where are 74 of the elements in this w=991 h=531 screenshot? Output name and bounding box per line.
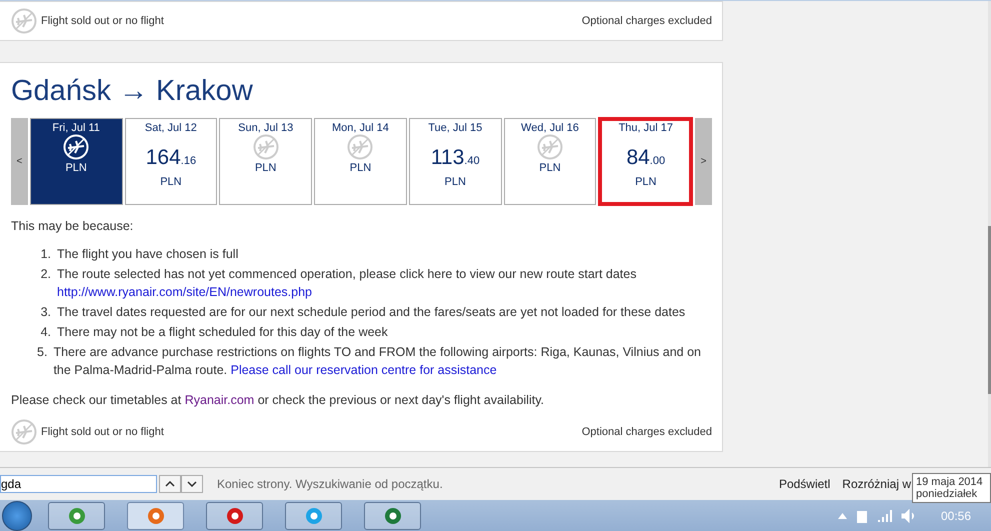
tile-date: Thu, Jul 17 — [618, 122, 673, 134]
tile-date: Sun, Jul 13 — [238, 122, 294, 134]
tile-currency: PLN — [160, 176, 182, 188]
app-icon — [384, 506, 402, 524]
taskbar-app-button[interactable] — [206, 502, 263, 530]
no-flight-icon — [63, 134, 90, 160]
next-button[interactable]: > — [695, 118, 712, 205]
highlight-button[interactable]: Podświetl — [778, 477, 830, 491]
tile-currency: PLN — [254, 162, 276, 174]
down-caret-icon — [187, 481, 197, 487]
tile-price: 164.16 — [146, 146, 196, 170]
reason-text: The route selected has not yet commenced operation, please click here to view our new route start dates http://www.ryanair.com/site/EN/newroutes.php — [57, 266, 636, 301]
tile-currency: PLN — [539, 162, 561, 174]
tile-date: Sat, Jul 12 — [144, 122, 197, 134]
intro-text: This may be because: — [11, 219, 134, 233]
list-number: 5. — [37, 344, 48, 361]
no-flight-icon — [252, 134, 279, 160]
tooltip-day: poniedziałek — [916, 488, 990, 500]
reason-text: There are advance purchase restrictions on flights TO and FROM the following airports: Riga, Kaunas, Vilnius and on the Palma-Madrid-Palma route. Please call our reservation centre for assistance — [53, 344, 702, 379]
up-caret-icon — [165, 481, 175, 487]
date-tile[interactable]: Sat, Jul 12 164.16 PLN — [124, 118, 218, 205]
reason-text: The flight you have chosen is full — [57, 246, 238, 263]
start-button[interactable] — [2, 500, 32, 530]
date-tile[interactable]: Tue, Jul 15 113.40 PLN — [408, 118, 502, 205]
timetable-text: Please check our timetables at Ryanair.com or check the previous or next day's flight availability. — [11, 393, 546, 407]
taskbar-app-button[interactable] — [285, 502, 342, 530]
app-icon — [304, 506, 322, 524]
app-icon — [226, 506, 244, 524]
date-tile[interactable]: Wed, Jul 16 PLN — [504, 118, 596, 205]
list-number: 2. — [40, 266, 51, 283]
taskbar-app-button[interactable] — [48, 502, 105, 530]
match-case-button[interactable]: Rozróżniaj w — [842, 477, 911, 491]
next-match-button[interactable] — [181, 475, 203, 493]
reason-link[interactable]: Please call our reservation centre for assistance — [230, 363, 497, 377]
tile-price: 113.40 — [430, 146, 480, 170]
tile-date: Mon, Jul 14 — [332, 122, 389, 134]
list-number: 1. — [40, 246, 51, 263]
list-number: 3. — [40, 304, 51, 321]
legend-text: Flight sold out or no flight — [41, 15, 164, 27]
no-flight-icon — [11, 419, 37, 445]
legend-text: Flight sold out or no flight — [41, 426, 164, 438]
search-field[interactable]: gda — [0, 475, 157, 493]
no-flight-icon — [536, 134, 563, 160]
list-number: 4. — [40, 324, 51, 341]
tile-date: Fri, Jul 11 — [52, 122, 100, 134]
taskbar-app-button[interactable] — [127, 502, 184, 530]
tile-price: 84.00 — [626, 146, 666, 170]
date-tile[interactable]: Sun, Jul 13 PLN — [219, 118, 312, 205]
reason-link[interactable]: http://www.ryanair.com/site/EN/newroutes.php — [57, 285, 312, 299]
tile-currency: PLN — [350, 162, 372, 174]
ryanair-link[interactable]: Ryanair.com — [184, 393, 254, 407]
tile-date: Wed, Jul 16 — [521, 122, 579, 134]
tile-date: Tue, Jul 15 — [428, 122, 482, 134]
date-tile[interactable]: Mon, Jul 14 PLN — [314, 118, 407, 205]
tile-currency: PLN — [635, 176, 656, 188]
app-icon — [68, 506, 86, 524]
scrollbar-thumb[interactable] — [988, 226, 991, 394]
charges-note: Optional charges excluded — [582, 426, 712, 438]
app-icon — [146, 506, 164, 524]
taskbar-app-button[interactable] — [364, 502, 421, 530]
no-flight-icon — [11, 8, 37, 34]
no-flight-icon — [347, 134, 374, 160]
route-title: Gdańsk → Krakow — [11, 75, 254, 108]
reason-text: There may not be a flight scheduled for this day of the week — [57, 324, 388, 341]
date-tile[interactable]: Thu, Jul 17 84.00 PLN — [598, 117, 694, 206]
tile-currency: PLN — [65, 162, 87, 174]
find-status: Koniec strony. Wyszukiwanie od początku. — [217, 477, 443, 491]
tooltip-date: 19 maja 2014 — [916, 476, 984, 488]
date-tile[interactable]: Fri, Jul 11 PLN — [30, 118, 123, 205]
reason-text: The travel dates requested are for our next schedule period and the fares/seats are yet not loaded for these dates — [57, 304, 686, 321]
charges-note: Optional charges excluded — [582, 15, 712, 27]
previous-button[interactable]: < — [11, 118, 28, 205]
tile-currency: PLN — [444, 176, 466, 188]
previous-match-button[interactable] — [159, 475, 181, 493]
